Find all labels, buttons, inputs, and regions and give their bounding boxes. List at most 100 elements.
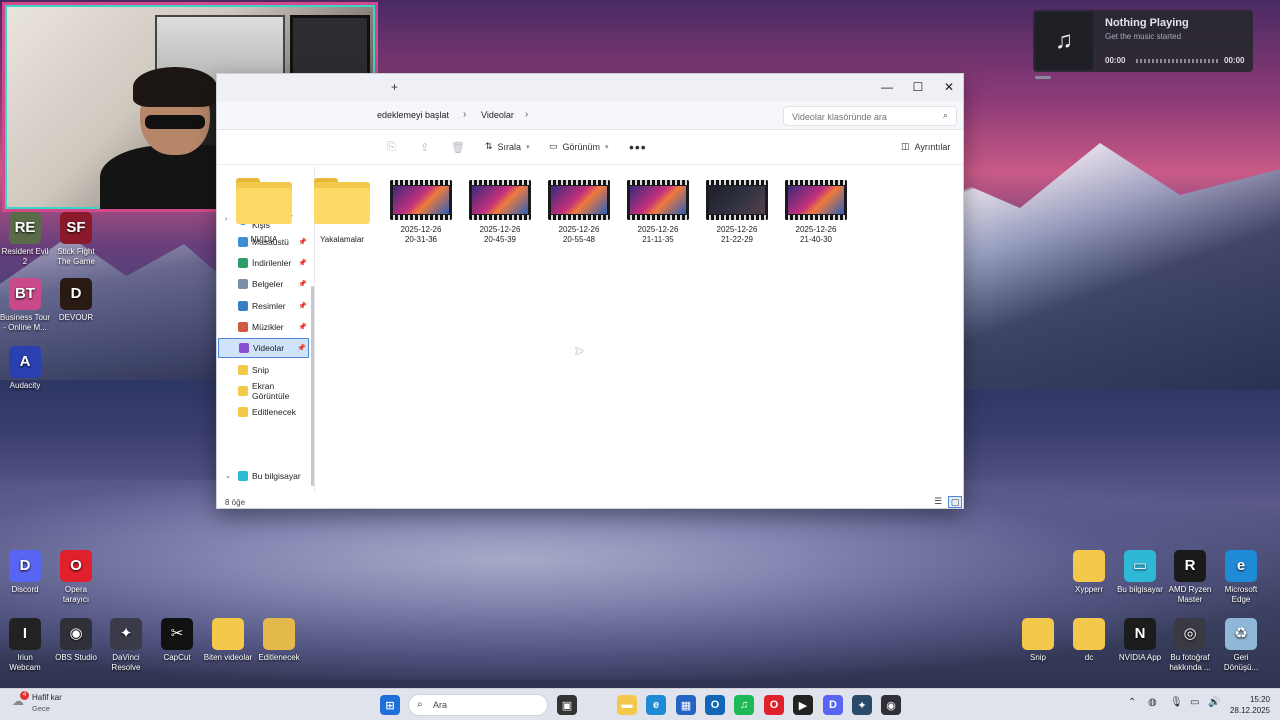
chevron-right-icon[interactable]: › <box>463 109 466 120</box>
desktop-icon[interactable]: ✂ CapCut <box>149 618 205 663</box>
video-file-item[interactable]: 2025-12-26 21-22-29 <box>702 178 772 245</box>
chevron-up-icon[interactable]: ⌃ <box>1128 697 1136 708</box>
nav-scrollbar[interactable] <box>311 286 314 486</box>
desktop-icon[interactable]: D DEVOUR <box>48 278 104 323</box>
video-file-item[interactable]: 2025-12-26 20-55-48 <box>544 178 614 245</box>
folder-item[interactable]: Yakalamalar <box>307 178 377 245</box>
clock[interactable]: 15:20 28.12.2025 <box>1228 694 1270 716</box>
video-file-item[interactable]: 2025-12-26 20-45-39 <box>465 178 535 245</box>
edge-app-icon[interactable]: e <box>646 695 666 715</box>
webcam-person-hair <box>133 67 217 107</box>
nav-item-5[interactable]: Müzikler 📌 <box>218 317 309 337</box>
search-input[interactable] <box>792 112 932 122</box>
view-button[interactable]: ▭ Görünüm ▾ <box>549 141 609 152</box>
nav-item-6[interactable]: Videolar 📌 <box>218 338 309 358</box>
details-button[interactable]: ◫ Ayrıntılar <box>901 141 950 152</box>
desktop-icon[interactable]: ◉ OBS Studio <box>48 618 104 663</box>
weather-widget[interactable]: ☁ 4 Hafif kar Gece <box>12 691 62 713</box>
volume-icon[interactable]: 🔊 <box>1208 697 1220 708</box>
discord-app-icon[interactable]: D <box>823 695 843 715</box>
desktop-icon[interactable]: Biten videolar <box>200 618 256 663</box>
sort-button[interactable]: ⇅ Sırala ▾ <box>485 141 530 152</box>
task-view-icon[interactable]: ▣ <box>557 695 577 715</box>
share-icon[interactable]: ⇪ <box>420 141 429 154</box>
microphone-icon[interactable]: 🎙 <box>1170 697 1183 708</box>
title-bar[interactable]: + — ☐ ✕ <box>217 74 963 102</box>
opera-app-icon[interactable]: O <box>764 695 784 715</box>
chevron-right-icon[interactable]: › <box>525 109 528 120</box>
breadcrumb-item[interactable]: Videolar <box>481 110 514 120</box>
view-label: Görünüm <box>562 141 601 152</box>
desktop-icon[interactable]: D Discord <box>0 550 53 595</box>
nav-item-2[interactable]: İndirilenler 📌 <box>218 253 309 273</box>
display-icon[interactable]: ▭ <box>1190 697 1199 708</box>
large-icons-view-toggle[interactable]: ▢ <box>948 496 962 508</box>
desktop-icon[interactable]: BT Business Tour - Online M... <box>0 278 53 333</box>
video-thumbnail-icon <box>390 180 452 220</box>
delete-icon[interactable]: 🗑 <box>451 141 465 154</box>
nav-item-8[interactable]: Ekran Görüntüle <box>218 381 309 401</box>
nav-item-4[interactable]: Resimler 📌 <box>218 296 309 316</box>
desktop-icon[interactable]: Xypperr <box>1061 550 1117 595</box>
video-file-item[interactable]: 2025-12-26 21-11-35 <box>623 178 693 245</box>
nav-item-this-pc[interactable]: Bu bilgisayar <box>218 466 309 486</box>
explorer-app-icon[interactable]: ▬ <box>617 695 637 715</box>
maximize-button[interactable]: ☐ <box>903 77 933 99</box>
network-tray-icon[interactable]: ◍ <box>1148 697 1157 708</box>
desktop-icon[interactable]: I Iriun Webcam <box>0 618 53 673</box>
desktop-icon[interactable]: Editlenecek <box>251 618 307 663</box>
search-box[interactable]: ⌕ <box>783 106 957 126</box>
folder-item[interactable]: NVIDIA <box>229 178 299 245</box>
desktop-icon[interactable]: Snip <box>1010 618 1066 663</box>
video-file-item[interactable]: 2025-12-26 20-31-36 <box>386 178 456 245</box>
file-name-date: 2025-12-26 <box>716 225 758 234</box>
close-button[interactable]: ✕ <box>934 77 964 99</box>
desktop-icon[interactable]: N NVIDIA App <box>1112 618 1168 663</box>
capcut-app-icon[interactable]: ▶ <box>793 695 813 715</box>
desktop-icon[interactable]: ✦ DaVinci Resolve <box>98 618 154 673</box>
desktop-icon-label: DaVinci <box>112 653 140 662</box>
app-icon: O <box>60 550 92 582</box>
desktop-icon[interactable]: O Opera tarayıcı <box>48 550 104 605</box>
game-app-icon[interactable]: ✦ <box>852 695 872 715</box>
outlook-app-icon[interactable]: O <box>705 695 725 715</box>
file-explorer-window[interactable]: + — ☐ ✕ edeklemeyi başlat › Videolar › ⌕… <box>216 73 964 509</box>
nav-item-9[interactable]: Editlenecek <box>218 402 309 422</box>
file-name-date: 2025-12-26 <box>558 225 600 234</box>
nav-item-label: Belgeler <box>252 279 284 289</box>
desktop-icon[interactable]: SF Stick Fight The Game <box>48 212 104 267</box>
desktop-icon[interactable]: R AMD Ryzen Master <box>1162 550 1218 605</box>
desktop-icon[interactable]: ♻ Geri Dönüşü... <box>1213 618 1269 673</box>
nav-item-7[interactable]: Snip <box>218 360 309 380</box>
desktop-icon[interactable]: ◎ Bu fotoğraf hakkında ... <box>1162 618 1218 673</box>
desktop-icon-label-line2: tarayıcı <box>62 595 90 604</box>
pin-icon: 📌 <box>298 281 307 288</box>
media-progress-bar[interactable] <box>1136 59 1220 63</box>
desktop-icon[interactable]: e Microsoft Edge <box>1213 550 1269 605</box>
taskbar-search[interactable]: ⌕ Ara <box>408 694 548 716</box>
address-bar[interactable]: edeklemeyi başlat › Videolar › ⌕ <box>217 102 963 130</box>
breadcrumb-item[interactable]: edeklemeyi başlat <box>377 110 449 120</box>
media-widget[interactable]: ♫ Nothing Playing Get the music started … <box>1033 10 1253 72</box>
details-view-toggle[interactable]: ☰ <box>931 496 945 508</box>
start-button-icon[interactable]: ⊞ <box>380 695 400 715</box>
spotify-app-icon[interactable]: ♫ <box>734 695 754 715</box>
store-app-icon[interactable]: ▦ <box>676 695 696 715</box>
desktop-icon[interactable]: RE Resident Evil 2 <box>0 212 53 267</box>
video-file-item[interactable]: 2025-12-26 21-40-30 <box>781 178 851 245</box>
app-icon: ◎ <box>1174 618 1206 650</box>
obs-app-icon[interactable]: ◉ <box>881 695 901 715</box>
file-name-time: 20-45-39 <box>483 235 517 244</box>
desktop-icon[interactable]: A Audacity <box>0 346 53 391</box>
rename-icon[interactable]: ⎘ <box>387 141 396 154</box>
desktop-icon-label: Iriun <box>17 653 33 662</box>
minimize-button[interactable]: — <box>872 77 902 99</box>
file-name-time: 20-31-36 <box>404 235 438 244</box>
more-options-button[interactable]: ••• <box>629 139 647 155</box>
desktop-icon[interactable]: ▭ Bu bilgisayar <box>1112 550 1168 595</box>
new-tab-button[interactable]: + <box>391 80 398 94</box>
desktop-icon-label-line2: Edge <box>1231 595 1251 604</box>
nav-item-3[interactable]: Belgeler 📌 <box>218 274 309 294</box>
desktop-icon[interactable]: dc <box>1061 618 1117 663</box>
desktop-icon-label: Stick Fight <box>57 247 95 256</box>
